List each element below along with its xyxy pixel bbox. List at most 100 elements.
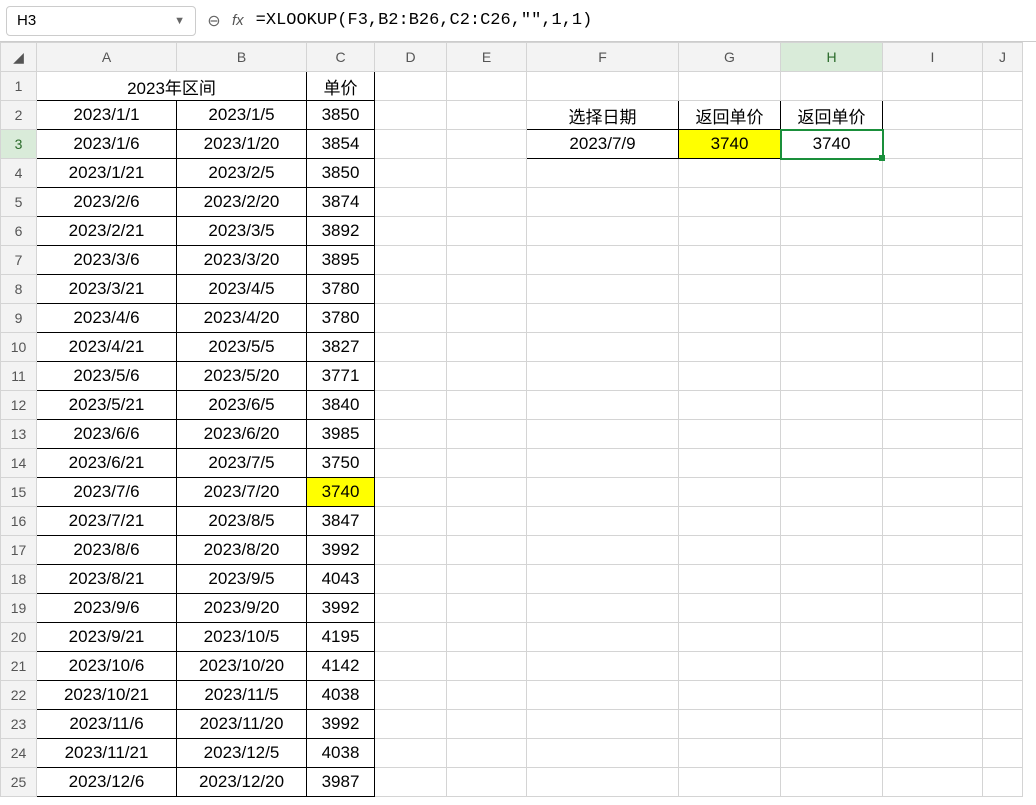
cell-C13[interactable]: 3985	[307, 420, 375, 449]
row-header-25[interactable]: 25	[1, 768, 37, 797]
cell-D14[interactable]	[375, 449, 447, 478]
cell-B21[interactable]: 2023/10/20	[177, 652, 307, 681]
cell-J4[interactable]	[983, 159, 1023, 188]
cell-I4[interactable]	[883, 159, 983, 188]
cell-F6[interactable]	[527, 217, 679, 246]
cell-E2[interactable]	[447, 101, 527, 130]
cell-F4[interactable]	[527, 159, 679, 188]
cell-C17[interactable]: 3992	[307, 536, 375, 565]
cell-F21[interactable]	[527, 652, 679, 681]
cell-D4[interactable]	[375, 159, 447, 188]
cell-J24[interactable]	[983, 739, 1023, 768]
cell-H2[interactable]: 返回单价	[781, 101, 883, 130]
cell-J8[interactable]	[983, 275, 1023, 304]
cell-A6[interactable]: 2023/2/21	[37, 217, 177, 246]
cell-B9[interactable]: 2023/4/20	[177, 304, 307, 333]
cell-G8[interactable]	[679, 275, 781, 304]
cell-H6[interactable]	[781, 217, 883, 246]
cell-H18[interactable]	[781, 565, 883, 594]
cell-B24[interactable]: 2023/12/5	[177, 739, 307, 768]
cell-D13[interactable]	[375, 420, 447, 449]
cell-E9[interactable]	[447, 304, 527, 333]
cell-F5[interactable]	[527, 188, 679, 217]
row-header-6[interactable]: 6	[1, 217, 37, 246]
cell-E1[interactable]	[447, 72, 527, 101]
cell-F16[interactable]	[527, 507, 679, 536]
cell-E8[interactable]	[447, 275, 527, 304]
cell-C6[interactable]: 3892	[307, 217, 375, 246]
cell-A3[interactable]: 2023/1/6	[37, 130, 177, 159]
cell-C19[interactable]: 3992	[307, 594, 375, 623]
cell-B12[interactable]: 2023/6/5	[177, 391, 307, 420]
cell-B13[interactable]: 2023/6/20	[177, 420, 307, 449]
cell-C23[interactable]: 3992	[307, 710, 375, 739]
cell-D18[interactable]	[375, 565, 447, 594]
cell-D21[interactable]	[375, 652, 447, 681]
cell-C25[interactable]: 3987	[307, 768, 375, 797]
cell-G15[interactable]	[679, 478, 781, 507]
cell-E25[interactable]	[447, 768, 527, 797]
cell-D2[interactable]	[375, 101, 447, 130]
cell-C20[interactable]: 4195	[307, 623, 375, 652]
cell-I12[interactable]	[883, 391, 983, 420]
cell-J11[interactable]	[983, 362, 1023, 391]
cell-I15[interactable]	[883, 478, 983, 507]
cell-C15[interactable]: 3740	[307, 478, 375, 507]
cell-D22[interactable]	[375, 681, 447, 710]
cell-B8[interactable]: 2023/4/5	[177, 275, 307, 304]
row-header-15[interactable]: 15	[1, 478, 37, 507]
cell-B10[interactable]: 2023/5/5	[177, 333, 307, 362]
cell-A21[interactable]: 2023/10/6	[37, 652, 177, 681]
cell-J9[interactable]	[983, 304, 1023, 333]
cell-A12[interactable]: 2023/5/21	[37, 391, 177, 420]
cell-E19[interactable]	[447, 594, 527, 623]
cell-J25[interactable]	[983, 768, 1023, 797]
cell-H13[interactable]	[781, 420, 883, 449]
formula-input[interactable]: =XLOOKUP(F3,B2:B26,C2:C26,"",1,1)	[252, 9, 1030, 32]
cell-I23[interactable]	[883, 710, 983, 739]
cell-E16[interactable]	[447, 507, 527, 536]
cell-H5[interactable]	[781, 188, 883, 217]
cell-A22[interactable]: 2023/10/21	[37, 681, 177, 710]
cell-E17[interactable]	[447, 536, 527, 565]
cell-G17[interactable]	[679, 536, 781, 565]
cell-H4[interactable]	[781, 159, 883, 188]
cell-G21[interactable]	[679, 652, 781, 681]
cell-G18[interactable]	[679, 565, 781, 594]
cell-I8[interactable]	[883, 275, 983, 304]
cell-J17[interactable]	[983, 536, 1023, 565]
row-header-17[interactable]: 17	[1, 536, 37, 565]
col-header-D[interactable]: D	[375, 43, 447, 72]
cell-G4[interactable]	[679, 159, 781, 188]
cell-D20[interactable]	[375, 623, 447, 652]
cell-I7[interactable]	[883, 246, 983, 275]
fx-label[interactable]: fx	[232, 12, 244, 29]
cell-F17[interactable]	[527, 536, 679, 565]
cell-G20[interactable]	[679, 623, 781, 652]
cell-B16[interactable]: 2023/8/5	[177, 507, 307, 536]
select-all-corner[interactable]: ◢	[1, 43, 37, 72]
row-header-20[interactable]: 20	[1, 623, 37, 652]
cell-H23[interactable]	[781, 710, 883, 739]
cell-A18[interactable]: 2023/8/21	[37, 565, 177, 594]
row-header-16[interactable]: 16	[1, 507, 37, 536]
cell-H15[interactable]	[781, 478, 883, 507]
row-header-4[interactable]: 4	[1, 159, 37, 188]
row-header-7[interactable]: 7	[1, 246, 37, 275]
cell-J15[interactable]	[983, 478, 1023, 507]
cell-G16[interactable]	[679, 507, 781, 536]
cell-F10[interactable]	[527, 333, 679, 362]
cell-B7[interactable]: 2023/3/20	[177, 246, 307, 275]
cell-G3[interactable]: 3740	[679, 130, 781, 159]
cell-D23[interactable]	[375, 710, 447, 739]
cell-H16[interactable]	[781, 507, 883, 536]
cell-C3[interactable]: 3854	[307, 130, 375, 159]
cell-B20[interactable]: 2023/10/5	[177, 623, 307, 652]
cell-J19[interactable]	[983, 594, 1023, 623]
cell-I20[interactable]	[883, 623, 983, 652]
cell-H9[interactable]	[781, 304, 883, 333]
cell-A1[interactable]: 2023年区间	[37, 72, 307, 101]
cell-A14[interactable]: 2023/6/21	[37, 449, 177, 478]
cell-J18[interactable]	[983, 565, 1023, 594]
cell-H22[interactable]	[781, 681, 883, 710]
